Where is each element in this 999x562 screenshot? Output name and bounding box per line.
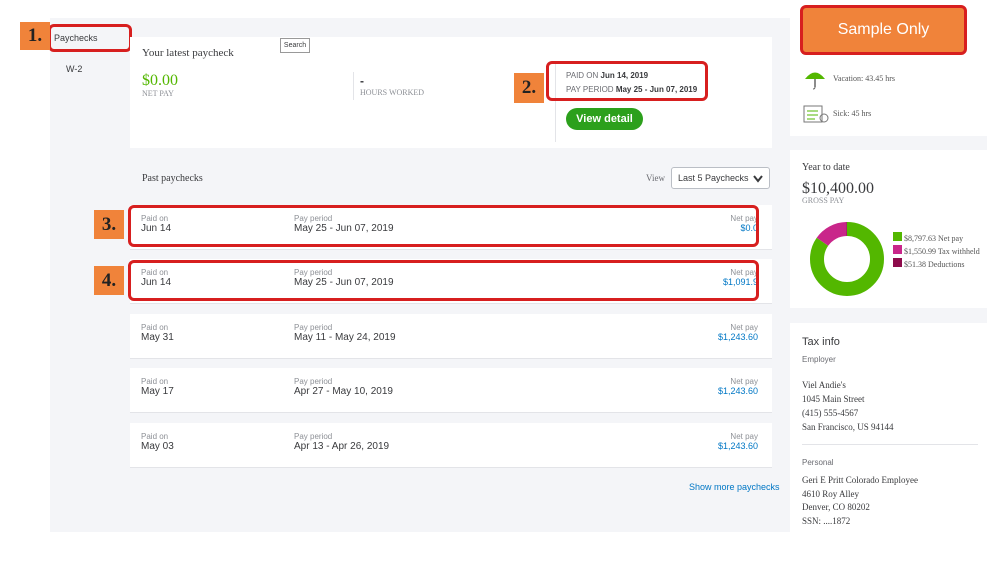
view-detail-button[interactable]: View detail <box>566 108 643 130</box>
pay-period-value: May 11 - May 24, 2019 <box>294 332 396 343</box>
ytd-title: Year to date <box>802 162 850 173</box>
latest-paycheck-title: Your latest paycheck <box>142 47 234 59</box>
ytd-legend: $8,797.63 Net pay $1,550.99 Tax withheld… <box>893 232 983 271</box>
paid-on-value: May 03 <box>141 441 174 452</box>
legend-item: $1,550.99 Tax withheld <box>893 245 983 258</box>
table-row[interactable]: Paid on May 17 Pay period Apr 27 - May 10,… <box>130 368 772 413</box>
col-period-label: Pay period <box>294 323 333 332</box>
annotation-badge-3: 3. <box>94 210 124 239</box>
pay-period-value: Apr 27 - May 10, 2019 <box>294 386 393 397</box>
highlight-box-3 <box>128 205 759 247</box>
col-period-label: Pay period <box>294 432 333 441</box>
net-pay-value: $0.00 <box>142 72 178 89</box>
umbrella-icon <box>805 72 825 90</box>
hours-worked-label: HOURS WORKED <box>360 88 425 97</box>
table-row[interactable]: Paid on May 03 Pay period Apr 13 - Apr 26,… <box>130 423 772 468</box>
pay-period-value: Apr 13 - Apr 26, 2019 <box>294 441 390 452</box>
view-label: View <box>646 173 665 183</box>
legend-item: $51.38 Deductions <box>893 258 983 271</box>
sick-hours: Sick: 45 hrs <box>833 109 872 118</box>
col-paid-label: Paid on <box>141 432 169 441</box>
net-pay-link[interactable]: $1,243.60 <box>718 332 758 342</box>
personal-label: Personal <box>802 458 834 467</box>
highlight-box-4 <box>128 260 759 301</box>
highlight-box-1 <box>48 24 132 52</box>
table-row[interactable]: Paid on May 31 Pay period May 11 - May 24,… <box>130 314 772 359</box>
net-pay-link[interactable]: $1,243.60 <box>718 441 758 451</box>
tax-info-title: Tax info <box>802 336 840 348</box>
net-pay-link[interactable]: $1,243.60 <box>718 386 758 396</box>
highlight-box-2 <box>546 61 708 101</box>
calendar-icon <box>803 105 829 123</box>
legend-item: $8,797.63 Net pay <box>893 232 983 245</box>
col-paid-label: Paid on <box>141 323 169 332</box>
divider <box>353 72 354 100</box>
sample-only-banner: Sample Only <box>800 5 967 55</box>
col-net-label: Net pay <box>730 377 758 386</box>
vacation-hours: Vacation: 43.45 hrs <box>833 74 895 83</box>
chevron-down-icon <box>753 175 763 183</box>
gross-pay-label: GROSS PAY <box>802 196 845 205</box>
paid-on-value: May 31 <box>141 332 174 343</box>
annotation-badge-4: 4. <box>94 266 124 295</box>
paid-on-value: May 17 <box>141 386 174 397</box>
hours-worked-value: - <box>360 74 364 88</box>
col-net-label: Net pay <box>730 323 758 332</box>
col-period-label: Pay period <box>294 377 333 386</box>
show-more-paychecks-link[interactable]: Show more paychecks <box>689 482 780 492</box>
sidebar-item-w2[interactable]: W-2 <box>66 64 82 74</box>
divider <box>802 444 978 445</box>
personal-info: Geri E Pritt Colorado Employee 4610 Roy A… <box>802 475 918 526</box>
annotation-badge-1: 1. <box>20 22 50 50</box>
employer-label: Employer <box>802 355 836 364</box>
net-pay-label: NET PAY <box>142 89 174 98</box>
past-paychecks-title: Past paychecks <box>142 173 203 184</box>
annotation-badge-2: 2. <box>514 73 544 103</box>
search-button[interactable]: Search <box>280 38 310 53</box>
col-net-label: Net pay <box>730 432 758 441</box>
col-paid-label: Paid on <box>141 377 169 386</box>
view-select[interactable]: Last 5 Paychecks <box>671 167 770 189</box>
employer-address: Viel Andie's 1045 Main Street (415) 555-45… <box>802 380 894 432</box>
ytd-donut-chart <box>810 222 884 296</box>
sidebar-item-label: W-2 <box>66 64 83 74</box>
